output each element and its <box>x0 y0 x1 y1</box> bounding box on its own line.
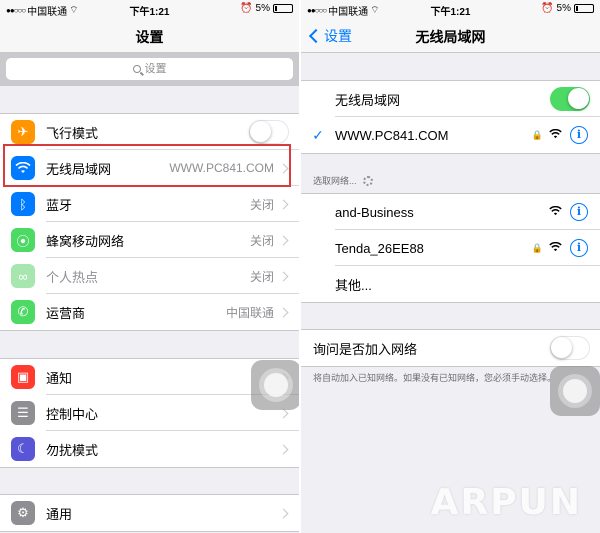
network-name: WWW.PC841.COM <box>335 127 449 143</box>
lock-icon: 🔒 <box>531 242 543 253</box>
row-label: 蜂窝移动网络 <box>46 233 125 249</box>
page-title: 无线局域网 <box>415 29 486 45</box>
ask-join-toggle[interactable] <box>550 336 590 360</box>
search-input[interactable]: 设置 <box>6 58 293 80</box>
wifi-signal-icon <box>549 241 562 255</box>
battery-percent: 5% <box>255 3 270 14</box>
row-value: 中国联通 <box>225 305 274 320</box>
assistive-touch-button[interactable] <box>550 366 600 416</box>
row-label: 蓝牙 <box>46 197 73 213</box>
notifications-icon: ▣ <box>11 365 35 389</box>
nav-bar: 设置 <box>0 18 299 53</box>
chevron-right-icon <box>278 199 289 209</box>
network-name: and-Business <box>335 204 414 220</box>
wifi-screen: ●●○○○ 中国联通 ⌔ 下午1:21 ⏰ 5% 设置 无线局域网 无线局域网 … <box>301 0 600 533</box>
chevron-right-icon <box>278 307 289 317</box>
settings-row-hotspot[interactable]: ∞ 个人热点 关闭 <box>0 258 299 294</box>
battery-percent: 5% <box>556 3 571 14</box>
cellular-icon: ⦿ <box>11 228 35 252</box>
info-icon[interactable]: i <box>570 126 588 144</box>
info-icon[interactable]: i <box>570 203 588 221</box>
row-value: 关闭 <box>249 197 274 212</box>
hotspot-icon: ∞ <box>11 264 35 288</box>
page-title: 设置 <box>135 29 164 45</box>
lock-icon: 🔒 <box>531 129 543 140</box>
settings-row-do-not-disturb[interactable]: ☾ 勿扰模式 <box>0 431 299 467</box>
settings-row-bluetooth[interactable]: ᛒ 蓝牙 关闭 <box>0 186 299 222</box>
row-label: 个人热点 <box>46 269 99 285</box>
wifi-toggle-label: 无线局域网 <box>335 92 401 108</box>
battery-icon <box>574 4 594 13</box>
row-label: 通用 <box>46 506 73 522</box>
ask-join-group: 询问是否加入网络 <box>301 329 600 367</box>
battery-icon <box>273 4 293 13</box>
wifi-signal-icon <box>549 128 562 142</box>
networks-group: and-Business i Tenda_26EE88 🔒 i 其他... <box>301 193 600 303</box>
ask-join-row: 询问是否加入网络 <box>301 330 600 366</box>
phone-icon: ✆ <box>11 300 35 324</box>
status-bar: ●●○○○ 中国联通 ⌔ 下午1:21 ⏰ 5% <box>301 0 600 18</box>
wifi-signal-icon <box>549 205 562 219</box>
ask-join-footnote: 将自动加入已知网络。如果没有已知网络，您必须手动选择。 <box>313 373 557 383</box>
bluetooth-icon: ᛒ <box>11 192 35 216</box>
chevron-right-icon <box>278 508 289 518</box>
choose-network-header: 选取网络... <box>313 174 373 187</box>
gear-icon: ⚙ <box>11 501 35 525</box>
highlight-annotation <box>3 144 291 187</box>
wifi-toggle[interactable] <box>550 87 590 111</box>
row-label: 通知 <box>46 370 73 386</box>
row-label: 勿扰模式 <box>46 442 99 458</box>
moon-icon: ☾ <box>11 437 35 461</box>
row-label: 控制中心 <box>46 406 99 422</box>
row-value: 关闭 <box>249 233 274 248</box>
chevron-right-icon <box>278 235 289 245</box>
settings-row-cellular[interactable]: ⦿ 蜂窝移动网络 关闭 <box>0 222 299 258</box>
info-icon[interactable]: i <box>570 239 588 257</box>
settings-screen: ●●○○○ 中国联通 ⌔ 下午1:21 ⏰ 5% 设置 设置 ✈ 飞行模式 无线… <box>0 0 299 533</box>
network-row[interactable]: Tenda_26EE88 🔒 i <box>301 230 600 266</box>
settings-row-carrier[interactable]: ✆ 运营商 中国联通 <box>0 294 299 330</box>
search-icon <box>132 65 141 73</box>
settings-row-general[interactable]: ⚙ 通用 <box>0 495 299 531</box>
status-bar: ●●○○○ 中国联通 ⌔ 下午1:21 ⏰ 5% <box>0 0 299 18</box>
row-value: 关闭 <box>249 269 274 284</box>
search-placeholder: 设置 <box>144 63 167 75</box>
alarm-icon: ⏰ <box>240 3 253 14</box>
alarm-icon: ⏰ <box>541 3 554 14</box>
loading-spinner-icon <box>362 175 373 186</box>
network-name: Tenda_26EE88 <box>335 240 424 256</box>
connected-network-row[interactable]: ✓ WWW.PC841.COM 🔒 i <box>301 117 600 153</box>
other-network-row[interactable]: 其他... <box>301 266 600 302</box>
network-name: 其他... <box>335 277 372 293</box>
assistive-touch-button[interactable] <box>251 360 299 410</box>
row-label: 飞行模式 <box>46 125 99 141</box>
nav-bar: 设置 无线局域网 <box>301 18 600 53</box>
watermark-logo: ARPUN <box>430 482 582 523</box>
wifi-toggle-row: 无线局域网 <box>301 81 600 117</box>
network-row[interactable]: and-Business i <box>301 194 600 230</box>
search-container: 设置 <box>0 53 299 86</box>
wifi-group: 无线局域网 ✓ WWW.PC841.COM 🔒 i <box>301 80 600 154</box>
ask-join-label: 询问是否加入网络 <box>313 341 418 357</box>
chevron-right-icon <box>278 271 289 281</box>
checkmark-icon: ✓ <box>312 126 324 143</box>
control-center-icon: ☰ <box>11 401 35 425</box>
airplane-icon: ✈ <box>11 120 35 144</box>
airplane-mode-toggle[interactable] <box>249 120 289 144</box>
chevron-right-icon <box>278 444 289 454</box>
row-label: 运营商 <box>46 305 86 321</box>
settings-group-general: ⚙ 通用 <box>0 494 299 532</box>
